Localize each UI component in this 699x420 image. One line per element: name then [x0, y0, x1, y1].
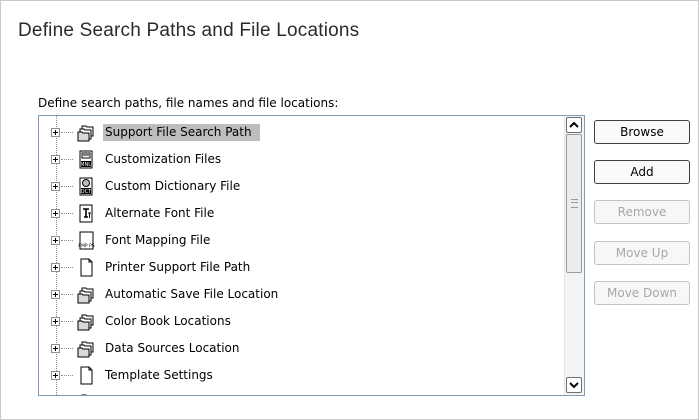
scroll-up-button[interactable]	[566, 117, 582, 133]
svg-text:DCT: DCT	[81, 189, 92, 195]
document-icon	[80, 258, 93, 277]
move-up-button[interactable]: Move Up	[594, 241, 690, 265]
chevron-up-icon	[569, 121, 579, 128]
folder-stack-icon	[81, 394, 87, 395]
move-down-button[interactable]: Move Down	[594, 281, 690, 305]
tree-item-partial	[39, 388, 563, 395]
menu-file-icon: MNU	[79, 150, 93, 169]
remove-button[interactable]: Remove	[594, 200, 690, 224]
tree-item-label: Font Mapping File	[105, 233, 211, 247]
tree-item-label: Custom Dictionary File	[105, 179, 241, 193]
tree-item-printer-support-file-path[interactable]: Printer Support File Path	[39, 254, 563, 281]
expand-icon[interactable]	[51, 290, 60, 299]
tree-item-customization-files[interactable]: MNU Customization Files	[39, 146, 563, 173]
add-button[interactable]: Add	[594, 160, 690, 184]
expand-icon[interactable]	[51, 128, 60, 137]
tree-item-font-mapping-file[interactable]: FMP PS Font Mapping File	[39, 227, 563, 254]
expand-icon[interactable]	[51, 344, 60, 353]
browse-button[interactable]: Browse	[594, 120, 690, 144]
chevron-down-icon	[569, 382, 579, 389]
expand-icon[interactable]	[51, 263, 60, 272]
font-mapping-file-icon: FMP PS	[78, 231, 95, 250]
scroll-thumb[interactable]	[566, 134, 582, 273]
scroll-down-button[interactable]	[566, 377, 582, 393]
expand-icon[interactable]	[51, 155, 60, 164]
dictionary-file-icon: DCT	[79, 177, 93, 196]
tree-item-label: Support File Search Path	[103, 124, 260, 141]
document-icon	[80, 366, 93, 385]
folder-stack-icon	[77, 341, 94, 358]
vertical-scrollbar[interactable]	[564, 116, 584, 395]
tree-item-label: Customization Files	[105, 152, 222, 166]
expand-icon[interactable]	[51, 317, 60, 326]
folder-stack-icon	[77, 314, 94, 331]
tree-item-label: Alternate Font File	[105, 206, 215, 220]
svg-text:FMP PS: FMP PS	[78, 243, 94, 249]
expand-icon[interactable]	[51, 182, 60, 191]
tree-item-label: Data Sources Location	[105, 341, 240, 355]
search-paths-tree[interactable]: Support File Search Path MNU Customizati…	[38, 115, 585, 396]
tree-item-alternate-font-file[interactable]: Alternate Font File	[39, 200, 563, 227]
tree-item-data-sources-location[interactable]: Data Sources Location	[39, 335, 563, 362]
tree-content: Support File Search Path MNU Customizati…	[39, 116, 563, 395]
folder-stack-icon	[77, 287, 94, 304]
tree-item-label: Printer Support File Path	[105, 260, 251, 274]
tree-item-custom-dictionary-file[interactable]: DCT Custom Dictionary File	[39, 173, 563, 200]
tree-item-color-book-locations[interactable]: Color Book Locations	[39, 308, 563, 335]
tree-item-template-settings[interactable]: Template Settings	[39, 362, 563, 389]
folder-stack-icon	[77, 125, 94, 142]
expand-icon[interactable]	[51, 209, 60, 218]
tree-item-label: Color Book Locations	[105, 314, 231, 328]
tree-item-automatic-save-file-location[interactable]: Automatic Save File Location	[39, 281, 563, 308]
tree-item-label: Automatic Save File Location	[105, 287, 279, 301]
font-file-icon	[79, 204, 93, 223]
tree-caption: Define search paths, file names and file…	[38, 96, 339, 110]
expand-icon[interactable]	[51, 371, 60, 380]
svg-text:MNU: MNU	[80, 162, 92, 168]
grip-icon	[571, 199, 578, 208]
page-title: Define Search Paths and File Locations	[18, 20, 360, 41]
expand-icon[interactable]	[51, 236, 60, 245]
tree-item-support-file-search-path[interactable]: Support File Search Path	[39, 119, 563, 146]
tree-item-label: Template Settings	[105, 368, 213, 382]
